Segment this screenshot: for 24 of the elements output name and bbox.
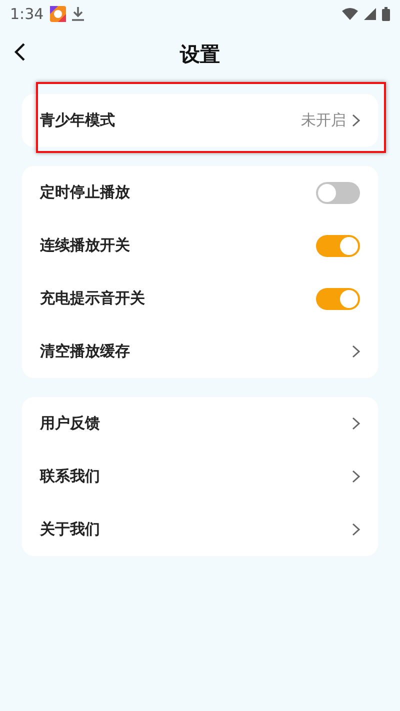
chevron-right-icon: [352, 417, 360, 430]
signal-icon: [364, 8, 376, 20]
page-title: 设置: [180, 40, 220, 68]
battery-icon: [382, 7, 390, 21]
chevron-right-icon: [352, 470, 360, 483]
wifi-icon: [342, 8, 358, 20]
setting-label: 连续播放开关: [40, 236, 131, 255]
toggle-switch[interactable]: [316, 182, 360, 204]
setting-label: 用户反馈: [40, 414, 101, 433]
app-icon: [50, 6, 66, 22]
chevron-right-icon: [352, 523, 360, 536]
setting-value: 未开启: [301, 111, 346, 130]
setting-label: 青少年模式: [40, 111, 116, 130]
toggle-switch[interactable]: [316, 234, 360, 256]
chevron-right-icon: [352, 345, 360, 358]
setting-label: 充电提示音开关: [40, 289, 146, 308]
toggle-switch[interactable]: [316, 288, 360, 310]
download-icon: [72, 7, 84, 21]
setting-label: 定时停止播放: [40, 183, 131, 202]
chevron-right-icon: [352, 114, 360, 127]
setting-label: 关于我们: [40, 520, 101, 539]
status-time: 1:34: [10, 5, 44, 23]
setting-label: 清空播放缓存: [40, 342, 131, 361]
setting-label: 联系我们: [40, 467, 101, 486]
